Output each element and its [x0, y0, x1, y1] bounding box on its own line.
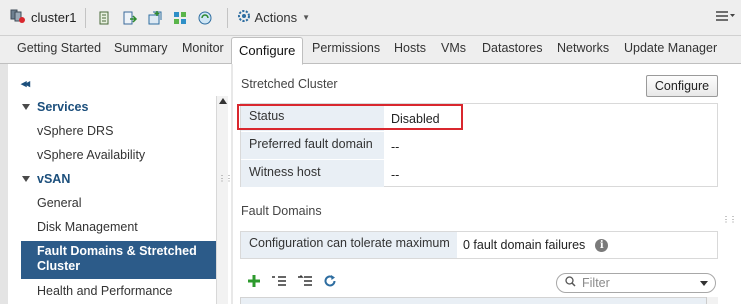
new-vapp-icon[interactable]	[169, 7, 191, 29]
view-menu-button[interactable]	[715, 9, 735, 26]
add-icon[interactable]	[247, 274, 261, 288]
toolbar-divider	[226, 7, 228, 28]
nav-item-fault-domains[interactable]: Fault Domains & Stretched Cluster	[21, 241, 217, 279]
left-gutter	[0, 64, 8, 304]
nav-item-health-performance[interactable]: Health and Performance	[37, 284, 173, 298]
nav-group-services[interactable]: Services	[22, 100, 88, 114]
fault-domains-summary: Configuration can tolerate maximum 0 fau…	[240, 231, 718, 259]
move-hosts-in-icon[interactable]	[297, 275, 313, 287]
cluster-icon	[10, 8, 26, 27]
object-tabs: Getting Started Summary Monitor Configur…	[0, 36, 741, 65]
toolbar-divider	[84, 7, 86, 28]
tab-summary[interactable]: Summary	[114, 41, 167, 55]
menu-icon	[715, 9, 735, 26]
search-icon	[565, 276, 576, 290]
tab-hosts[interactable]: Hosts	[394, 41, 426, 55]
tab-getting-started[interactable]: Getting Started	[17, 41, 101, 55]
tolerate-text: 0 fault domain failures	[463, 238, 586, 252]
tab-networks[interactable]: Networks	[557, 41, 609, 55]
row-label: Witness host	[241, 160, 384, 188]
nav-scrollbar[interactable]	[216, 96, 228, 304]
fault-domains-grid-header	[240, 297, 718, 304]
resource-pool-icon[interactable]	[194, 7, 216, 29]
new-vm-icon[interactable]	[144, 7, 166, 29]
preferred-fault-domain-value: --	[391, 140, 400, 154]
actions-label: Actions	[254, 10, 298, 25]
tab-update-manager[interactable]: Update Manager	[624, 41, 717, 55]
nav-group-vsan[interactable]: vSAN	[22, 172, 70, 186]
nav-item-general[interactable]: General	[37, 196, 81, 210]
object-header: cluster1	[10, 8, 77, 27]
chevron-down-icon: ▼	[302, 13, 311, 22]
nav-group-label: Services	[37, 100, 89, 114]
refresh-icon[interactable]	[323, 274, 337, 288]
add-host-icon[interactable]	[94, 7, 116, 29]
nav-item-vsphere-availability[interactable]: vSphere Availability	[37, 148, 145, 162]
tab-datastores[interactable]: Datastores	[482, 41, 542, 55]
grid-scrollbar[interactable]	[706, 297, 718, 304]
tab-configure[interactable]: Configure	[231, 37, 304, 65]
status-highlight-box	[237, 104, 463, 130]
witness-host-value: --	[391, 168, 400, 182]
scroll-up-icon[interactable]	[219, 98, 227, 104]
table-row: Witness host --	[241, 160, 717, 188]
move-hosts-out-icon[interactable]	[271, 275, 287, 287]
tab-permissions[interactable]: Permissions	[312, 41, 380, 55]
collapse-nav-icon[interactable]: ◂◂	[21, 77, 30, 90]
splitter-grip-icon[interactable]: ⋮⋮	[722, 216, 737, 224]
row-label: Preferred fault domain	[241, 132, 384, 160]
move-to-icon[interactable]	[119, 7, 141, 29]
settings-nav: ◂◂ Services vSphere DRS vSphere Availabi…	[0, 64, 231, 304]
nav-item-disk-management[interactable]: Disk Management	[37, 220, 138, 234]
nav-group-label: vSAN	[37, 172, 71, 186]
panel-splitter[interactable]	[231, 64, 233, 304]
row-label: Configuration can tolerate maximum	[241, 232, 457, 258]
tab-vms[interactable]: VMs	[441, 41, 466, 55]
nav-item-vsphere-drs[interactable]: vSphere DRS	[37, 124, 113, 138]
filter-input[interactable]: Filter	[556, 273, 716, 293]
expand-triangle-icon	[22, 176, 30, 182]
gear-icon	[236, 8, 252, 27]
object-title: cluster1	[31, 10, 77, 25]
table-row: Preferred fault domain --	[241, 132, 717, 160]
configure-button[interactable]: Configure	[646, 75, 718, 97]
filter-placeholder: Filter	[582, 276, 610, 290]
fault-domain-toolbar	[247, 274, 347, 288]
chevron-down-icon[interactable]	[700, 281, 708, 286]
tab-monitor[interactable]: Monitor	[182, 41, 224, 55]
info-icon[interactable]: i	[595, 238, 609, 252]
splitter-grip-icon[interactable]: ⋮⋮	[218, 175, 233, 183]
fault-domains-title: Fault Domains	[241, 204, 322, 218]
stretched-cluster-title: Stretched Cluster	[241, 77, 338, 91]
object-titlebar: cluster1 Actions ▼	[0, 0, 741, 36]
actions-menu[interactable]: Actions ▼	[236, 8, 311, 27]
expand-triangle-icon	[22, 104, 30, 110]
tolerate-value: 0 fault domain failures i	[463, 238, 609, 252]
